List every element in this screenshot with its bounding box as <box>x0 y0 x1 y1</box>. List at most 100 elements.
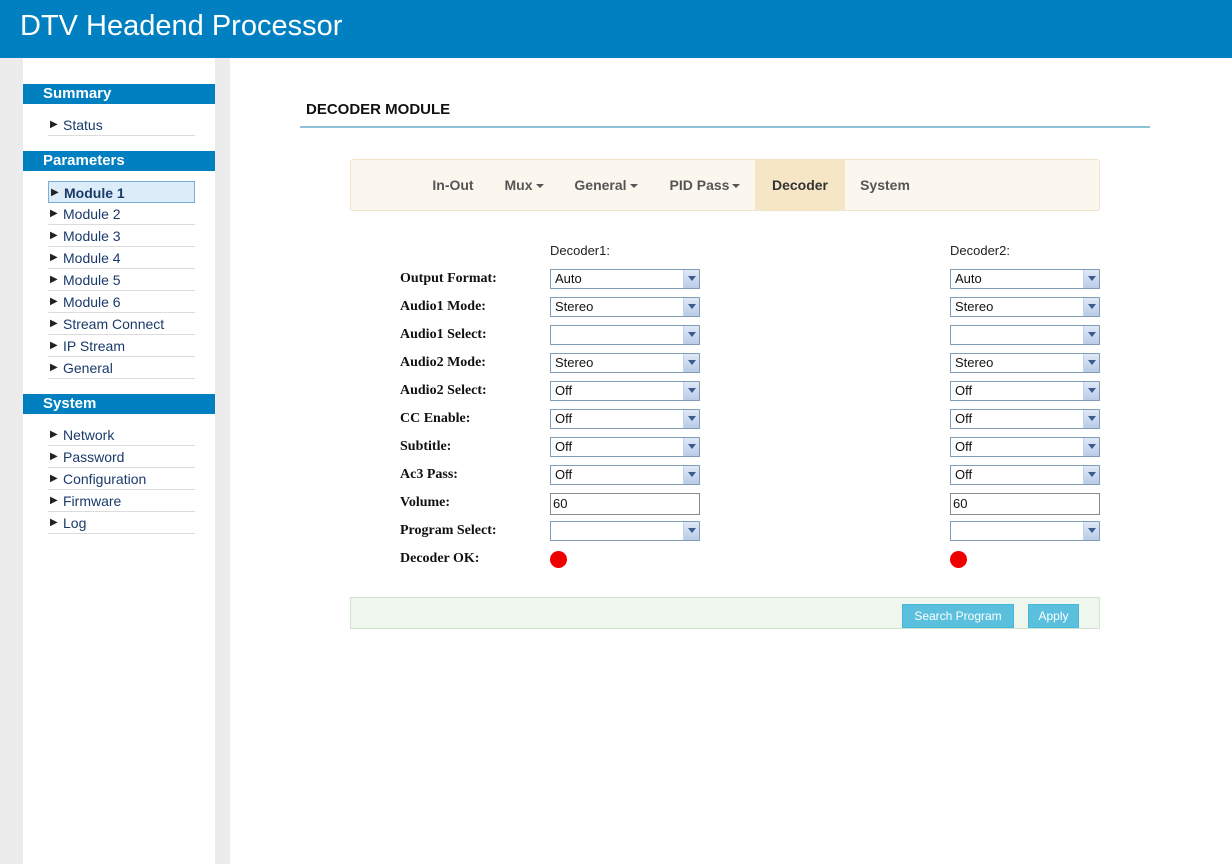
sidebar-gutter <box>215 58 230 864</box>
sidebar-item-stream-connect[interactable]: ▶ Stream Connect <box>48 313 195 335</box>
triangle-right-icon: ▶ <box>50 517 58 528</box>
caret-down-icon <box>629 184 638 189</box>
dropdown-arrow-icon <box>683 438 699 456</box>
sidebar-item-network[interactable]: ▶ Network <box>48 424 195 446</box>
page-title: DECODER MODULE <box>306 101 451 118</box>
decoder1-audio1-select-select[interactable] <box>550 325 700 345</box>
sidebar-item-module-3[interactable]: ▶ Module 3 <box>48 225 195 247</box>
decoder2-program-select[interactable] <box>950 521 1100 541</box>
sidebar-item-module-6[interactable]: ▶ Module 6 <box>48 291 195 313</box>
sidebar-item-module-2[interactable]: ▶ Module 2 <box>48 203 195 225</box>
tab-pid-pass[interactable]: PID Pass <box>655 160 755 210</box>
triangle-right-icon: ▶ <box>50 362 58 373</box>
dropdown-arrow-icon <box>683 522 699 540</box>
search-program-button[interactable]: Search Program <box>902 604 1014 628</box>
triangle-right-icon: ▶ <box>50 252 58 263</box>
dropdown-arrow-icon <box>1083 298 1099 316</box>
decoder1-volume-input[interactable]: 60 <box>550 493 700 515</box>
decoder2-audio2-mode-select[interactable]: Stereo <box>950 353 1100 373</box>
decoder1-audio2-mode-select[interactable]: Stereo <box>550 353 700 373</box>
decoder2-subtitle-select[interactable]: Off <box>950 437 1100 457</box>
tab-in-out[interactable]: In-Out <box>417 160 489 210</box>
dropdown-arrow-icon <box>1083 326 1099 344</box>
tab-general[interactable]: General <box>559 160 653 210</box>
decoder1-program-select[interactable] <box>550 521 700 541</box>
decoder2-audio1-mode-select[interactable]: Stereo <box>950 297 1100 317</box>
cc-enable-label: CC Enable: <box>400 411 471 426</box>
decoder2-status-indicator <box>950 551 967 568</box>
sidebar-item-module-1[interactable]: ▶ Module 1 <box>48 181 195 203</box>
sidebar-item-password[interactable]: ▶ Password <box>48 446 195 468</box>
triangle-right-icon: ▶ <box>50 451 58 462</box>
audio1-mode-label: Audio1 Mode: <box>400 299 486 314</box>
app-header: DTV Headend Processor <box>0 0 1232 58</box>
dropdown-arrow-icon <box>683 382 699 400</box>
decoder1-subtitle-select[interactable]: Off <box>550 437 700 457</box>
decoder1-status-indicator <box>550 551 567 568</box>
subtitle-label: Subtitle: <box>400 439 452 454</box>
decoder2-audio1-select-select[interactable] <box>950 325 1100 345</box>
dropdown-arrow-icon <box>1083 382 1099 400</box>
tab-decoder[interactable]: Decoder <box>755 160 845 210</box>
dropdown-arrow-icon <box>1083 522 1099 540</box>
tab-bar: In-Out Mux General PID Pass Decoder Syst… <box>350 159 1100 211</box>
decoder1-audio2-select-select[interactable]: Off <box>550 381 700 401</box>
volume-label: Volume: <box>400 495 451 510</box>
dropdown-arrow-icon <box>1083 410 1099 428</box>
dropdown-arrow-icon <box>683 298 699 316</box>
triangle-right-icon: ▶ <box>50 473 58 484</box>
decoder2-volume-input[interactable]: 60 <box>950 493 1100 515</box>
sidebar-section-summary: Summary <box>23 84 215 104</box>
sidebar-item-configuration[interactable]: ▶ Configuration <box>48 468 195 490</box>
program-select-label: Program Select: <box>400 523 497 538</box>
audio2-select-label: Audio2 Select: <box>400 383 487 398</box>
dropdown-arrow-icon <box>1083 354 1099 372</box>
dropdown-arrow-icon <box>683 326 699 344</box>
decoder1-audio1-mode-select[interactable]: Stereo <box>550 297 700 317</box>
dropdown-arrow-icon <box>1083 466 1099 484</box>
title-divider <box>300 126 1150 128</box>
dropdown-arrow-icon <box>683 410 699 428</box>
decoder2-output-format-select[interactable]: Auto <box>950 269 1100 289</box>
tab-system[interactable]: System <box>847 160 923 210</box>
decoder2-column-header: Decoder2: <box>950 243 1010 258</box>
audio2-mode-label: Audio2 Mode: <box>400 355 486 370</box>
decoder1-ac3-pass-select[interactable]: Off <box>550 465 700 485</box>
dropdown-arrow-icon <box>683 466 699 484</box>
ac3-pass-label: Ac3 Pass: <box>400 467 458 482</box>
decoder2-cc-enable-select[interactable]: Off <box>950 409 1100 429</box>
triangle-right-icon: ▶ <box>50 340 58 351</box>
dropdown-arrow-icon <box>683 270 699 288</box>
left-gutter <box>0 58 23 864</box>
triangle-right-icon: ▶ <box>50 274 58 285</box>
triangle-right-icon: ▶ <box>50 230 58 241</box>
triangle-right-icon: ▶ <box>50 429 58 440</box>
caret-down-icon <box>535 184 544 189</box>
triangle-right-icon: ▶ <box>50 296 58 307</box>
decoder2-audio2-select-select[interactable]: Off <box>950 381 1100 401</box>
caret-down-icon <box>732 184 741 189</box>
triangle-right-icon: ▶ <box>50 208 58 219</box>
triangle-right-icon: ▶ <box>50 495 58 506</box>
sidebar: Summary ▶ Status Parameters ▶ Module 1 ▶ Mo… <box>23 58 215 864</box>
apply-button[interactable]: Apply <box>1028 604 1079 628</box>
decoder-ok-label: Decoder OK: <box>400 551 480 566</box>
sidebar-item-firmware[interactable]: ▶ Firmware <box>48 490 195 512</box>
sidebar-item-log[interactable]: ▶ Log <box>48 512 195 534</box>
decoder2-ac3-pass-select[interactable]: Off <box>950 465 1100 485</box>
decoder1-output-format-select[interactable]: Auto <box>550 269 700 289</box>
decoder1-cc-enable-select[interactable]: Off <box>550 409 700 429</box>
triangle-right-icon: ▶ <box>50 119 58 130</box>
sidebar-section-system: System <box>23 394 215 414</box>
tab-mux[interactable]: Mux <box>491 160 557 210</box>
sidebar-item-status[interactable]: ▶ Status <box>48 114 195 136</box>
sidebar-item-general[interactable]: ▶ General <box>48 357 195 379</box>
dropdown-arrow-icon <box>683 354 699 372</box>
dropdown-arrow-icon <box>1083 270 1099 288</box>
app-title: DTV Headend Processor <box>20 10 343 42</box>
triangle-right-icon: ▶ <box>50 318 58 329</box>
sidebar-item-module-5[interactable]: ▶ Module 5 <box>48 269 195 291</box>
sidebar-item-module-4[interactable]: ▶ Module 4 <box>48 247 195 269</box>
output-format-label: Output Format: <box>400 271 497 286</box>
sidebar-item-ip-stream[interactable]: ▶ IP Stream <box>48 335 195 357</box>
